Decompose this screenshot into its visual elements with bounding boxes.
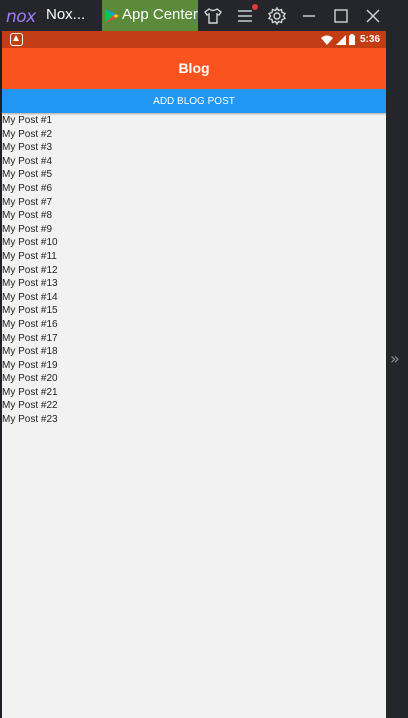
list-item[interactable]: My Post #15 [2,304,386,318]
nox-logo: nox [6,7,36,27]
add-blog-post-button[interactable]: ADD BLOG POST [2,89,386,113]
list-item[interactable]: My Post #20 [2,372,386,386]
list-item[interactable]: My Post #19 [2,359,386,373]
maximize-icon[interactable] [331,6,351,26]
list-item[interactable]: My Post #11 [2,250,386,264]
post-list: My Post #1 My Post #2 My Post #3 My Post #4… [2,114,386,427]
notification-dot [252,4,258,10]
list-item[interactable]: My Post #23 [2,413,386,427]
signal-icon [335,34,346,45]
app-notification-icon [10,33,23,46]
status-time: 5:36 [359,34,380,45]
list-item[interactable]: My Post #2 [2,128,386,142]
expand-sidebar-icon[interactable]: » [390,349,400,368]
list-item[interactable]: My Post #8 [2,209,386,223]
wifi-icon [320,35,333,45]
list-item[interactable]: My Post #1 [2,114,386,128]
android-status-bar: 5:36 [2,31,386,48]
battery-icon [348,34,355,45]
window-title[interactable]: Nox... [46,6,85,23]
page-title: Blog [178,60,210,76]
play-store-icon [105,9,119,23]
list-item[interactable]: My Post #13 [2,277,386,291]
list-item[interactable]: My Post #17 [2,332,386,346]
list-item[interactable]: My Post #12 [2,264,386,278]
list-item[interactable]: My Post #4 [2,155,386,169]
minimize-icon[interactable] [299,6,319,26]
list-item[interactable]: My Post #21 [2,386,386,400]
list-item[interactable]: My Post #6 [2,182,386,196]
list-item[interactable]: My Post #9 [2,223,386,237]
list-item[interactable]: My Post #10 [2,236,386,250]
list-item[interactable]: My Post #5 [2,168,386,182]
emulator-side-panel: » [386,31,408,718]
list-item[interactable]: My Post #14 [2,291,386,305]
emulator-title-bar: nox Nox... App Center [0,0,408,31]
settings-gear-icon[interactable] [267,6,287,26]
app-center-label: App Center [122,6,198,23]
app-center-tab[interactable]: App Center [102,0,198,31]
phone-screen: 5:36 Blog ADD BLOG POST My Post #1 My Pos… [2,31,386,718]
list-item[interactable]: My Post #16 [2,318,386,332]
theme-shirt-icon[interactable] [203,6,223,26]
list-item[interactable]: My Post #3 [2,141,386,155]
close-icon[interactable] [363,6,383,26]
list-item[interactable]: My Post #22 [2,399,386,413]
app-header: Blog [2,48,386,89]
list-item[interactable]: My Post #7 [2,196,386,210]
status-indicators: 5:36 [320,33,380,46]
list-item[interactable]: My Post #18 [2,345,386,359]
